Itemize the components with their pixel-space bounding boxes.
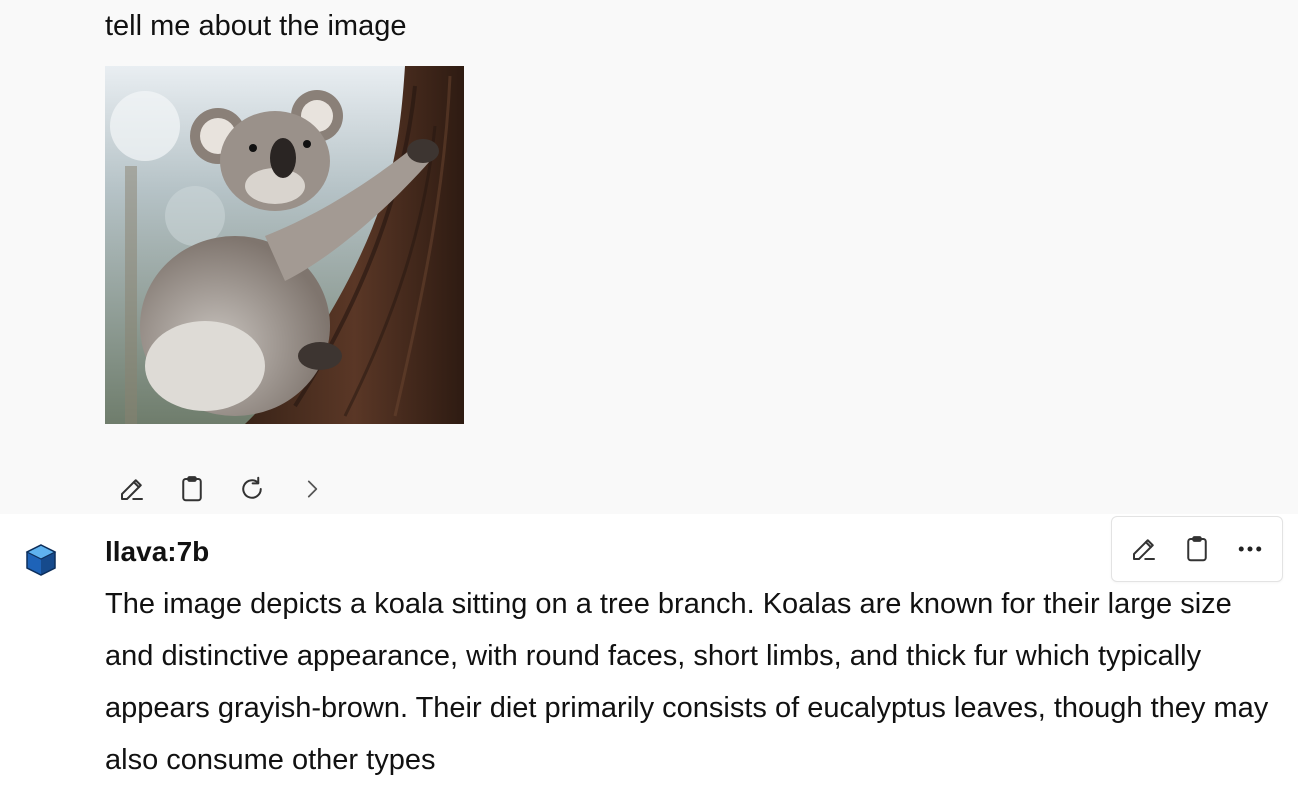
regenerate-icon[interactable] bbox=[232, 469, 272, 509]
model-avatar-icon bbox=[24, 543, 58, 577]
assistant-message: llava:7b The image depicts a koala sitti… bbox=[0, 514, 1298, 800]
clipboard-icon[interactable] bbox=[1177, 529, 1217, 569]
user-message-text: tell me about the image bbox=[105, 10, 407, 42]
attached-koala-image[interactable] bbox=[105, 66, 464, 424]
user-message: tell me about the image bbox=[0, 0, 1298, 514]
edit-icon[interactable] bbox=[112, 469, 152, 509]
model-name: llava:7b bbox=[105, 536, 210, 567]
assistant-message-toolbar bbox=[1111, 516, 1283, 582]
clipboard-icon[interactable] bbox=[172, 469, 212, 509]
edit-icon[interactable] bbox=[1124, 529, 1164, 569]
assistant-response-text: The image depicts a koala sitting on a t… bbox=[105, 588, 1269, 776]
more-options-icon[interactable] bbox=[1230, 529, 1270, 569]
chevron-right-icon[interactable] bbox=[292, 469, 332, 509]
user-message-actions bbox=[112, 468, 352, 510]
